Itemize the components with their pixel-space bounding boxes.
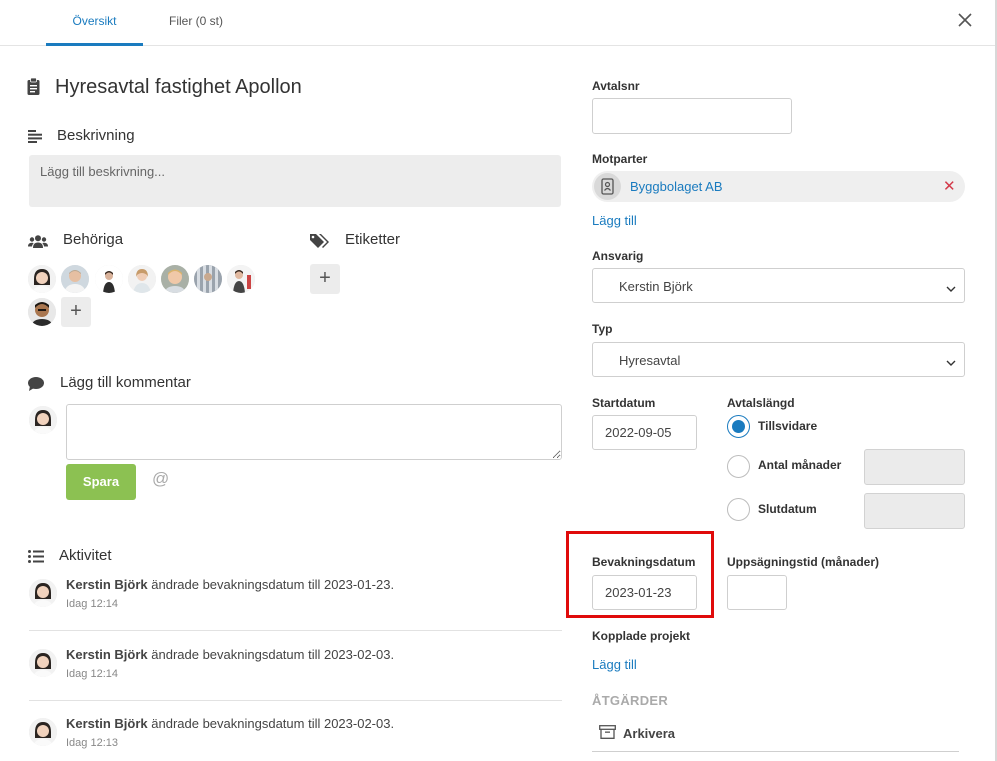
counterpart-chip: Byggbolaget AB ✕ [592,171,965,202]
actions-heading: ÅTGÄRDER [592,693,669,708]
archive-label: Arkivera [623,726,676,741]
radio-label: Slutdatum [758,502,817,516]
type-label: Typ [592,322,613,336]
tab-files[interactable]: Filer (0 st) [152,0,240,46]
avatar[interactable] [227,265,255,293]
add-project-link[interactable]: Lägg till [592,657,637,672]
counterparts-label: Motparter [592,152,648,166]
chevron-down-icon [946,281,956,296]
avatar[interactable] [28,265,56,293]
end-date-input[interactable] [864,493,965,529]
avatar [29,579,57,607]
list-icon [28,550,44,566]
divider [29,700,562,701]
save-button[interactable]: Spara [66,464,136,500]
authorized-heading: Behöriga [63,231,124,248]
comment-heading: Lägg till kommentar [60,374,191,391]
chevron-down-icon [946,355,956,370]
avatar [29,649,57,677]
months-input[interactable] [864,449,965,485]
start-date-label: Startdatum [592,396,656,410]
activity-text: Kerstin Björk ändrade bevakningsdatum ti… [66,647,395,662]
avatar [29,406,57,434]
clipboard-icon [27,77,40,98]
tags-icon [310,233,330,252]
activity-time: Idag 12:14 [66,668,118,680]
mention-button[interactable]: @ [152,469,169,489]
responsible-select[interactable]: Kerstin Björk [592,268,965,303]
contract-no-input[interactable] [592,98,792,134]
avatar[interactable] [128,265,156,293]
contract-no-label: Avtalsnr [592,79,640,93]
radio-label: Antal månader [758,458,842,472]
remove-icon[interactable]: ✕ [943,177,956,195]
type-value: Hyresavtal [619,353,681,368]
text-lines-icon [28,130,43,146]
list-item: Kerstin Björk ändrade bevakningsdatum ti… [29,577,562,637]
avatar[interactable] [194,265,222,293]
duration-label: Avtalslängd [727,396,795,410]
comment-icon [28,377,44,394]
notice-period-label: Uppsägningstid (månader) [727,555,880,569]
highlight-box [566,531,714,618]
radio-label: Tillsvidare [758,419,818,433]
avatar[interactable] [95,265,123,293]
activity-user[interactable]: Kerstin Björk [66,577,148,592]
activity-user[interactable]: Kerstin Björk [66,716,148,731]
avatar[interactable] [161,265,189,293]
activity-text: Kerstin Björk ändrade bevakningsdatum ti… [66,577,395,592]
avatar [29,718,57,746]
activity-text: Kerstin Björk ändrade bevakningsdatum ti… [66,716,395,731]
add-label-button[interactable]: + [310,264,340,294]
tab-overview[interactable]: Översikt [46,0,143,46]
type-select[interactable]: Hyresavtal [592,342,965,377]
tab-bar: Översikt Filer (0 st) [0,0,997,46]
counterpart-link[interactable]: Byggbolaget AB [630,179,723,194]
linked-projects-label: Kopplade projekt [592,629,691,643]
activity-user[interactable]: Kerstin Björk [66,647,148,662]
add-authorized-button[interactable]: + [61,297,91,327]
activity-time: Idag 12:14 [66,598,118,610]
list-item: Kerstin Björk ändrade bevakningsdatum ti… [29,716,562,761]
activity-heading: Aktivitet [59,547,112,564]
divider [29,630,562,631]
page-title: Hyresavtal fastighet Apollon [55,76,302,98]
users-icon [28,235,48,251]
activity-time: Idag 12:13 [66,737,118,749]
close-icon[interactable] [955,10,975,30]
responsible-value: Kerstin Björk [619,279,693,294]
radio-slutdatum[interactable] [727,498,750,521]
add-counterpart-link[interactable]: Lägg till [592,213,637,228]
labels-heading: Etiketter [345,231,401,248]
archive-icon [599,725,616,742]
radio-tillsvidare[interactable] [727,415,750,438]
list-item: Kerstin Björk ändrade bevakningsdatum ti… [29,647,562,707]
start-date-input[interactable] [592,415,697,450]
avatar[interactable] [28,298,56,326]
archive-button[interactable]: Arkivera [592,716,959,752]
contact-card-icon [594,173,621,200]
radio-antal-manader[interactable] [727,455,750,478]
responsible-label: Ansvarig [592,249,644,263]
avatar[interactable] [61,265,89,293]
comment-input[interactable] [66,404,562,460]
notice-period-input[interactable] [727,575,787,610]
description-heading: Beskrivning [57,127,135,144]
description-field[interactable]: Lägg till beskrivning... [29,155,561,207]
